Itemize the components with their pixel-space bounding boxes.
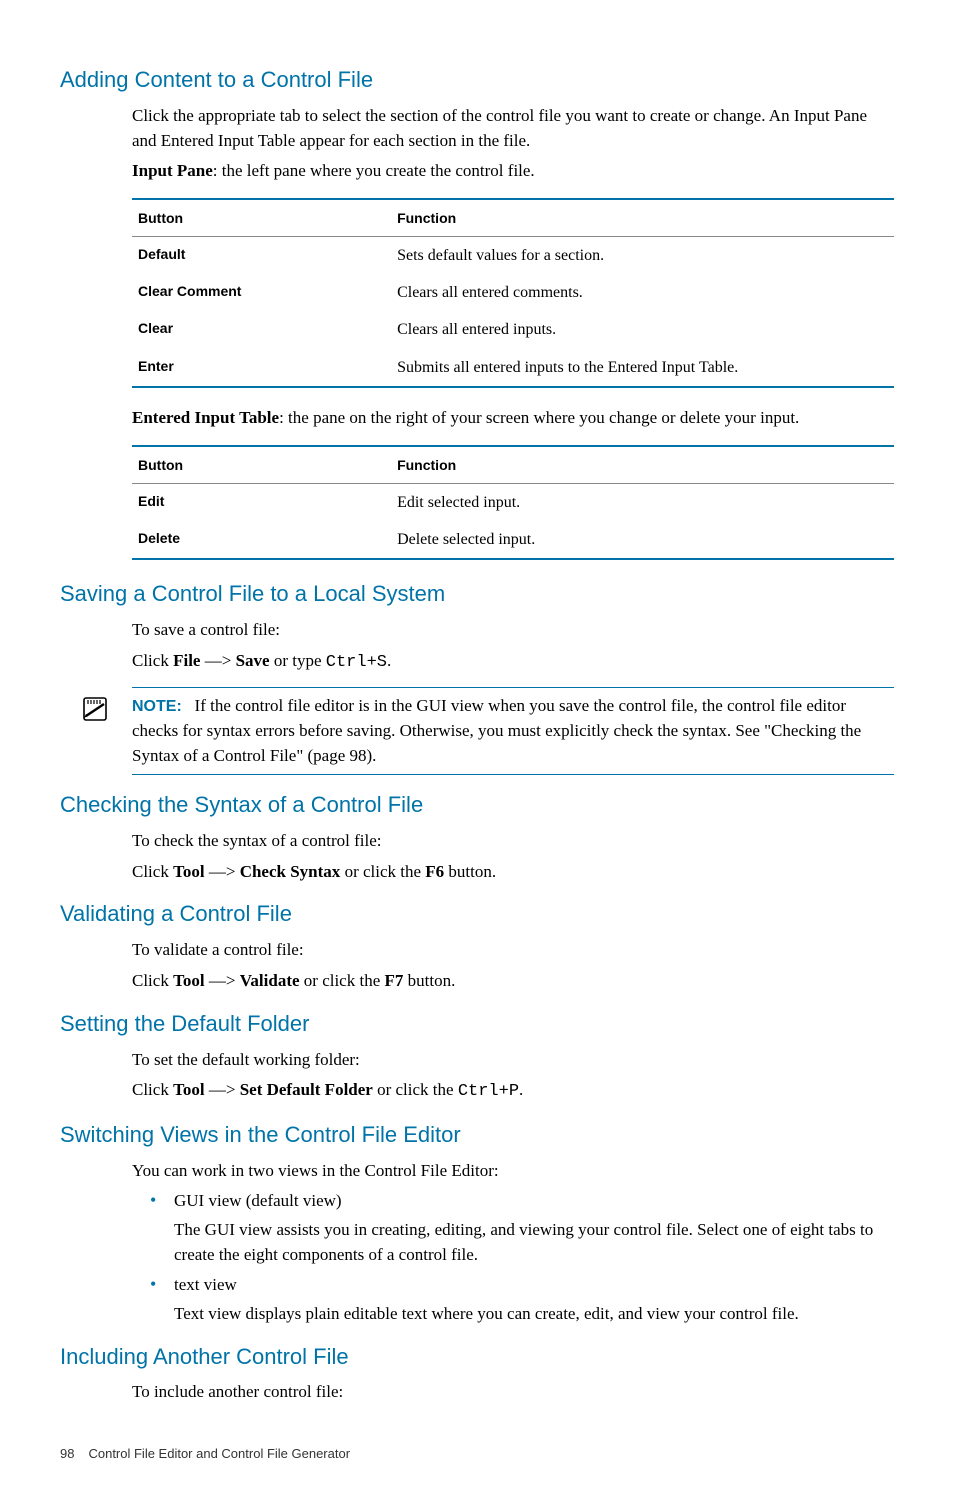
cell-button: Enter — [132, 349, 391, 387]
heading-default-folder: Setting the Default Folder — [60, 1008, 894, 1040]
shortcut-ctrl-p: Ctrl+P — [458, 1082, 519, 1101]
menu-file: File — [173, 651, 200, 670]
text: or type — [270, 651, 326, 670]
body-text: You can work in two views in the Control… — [132, 1159, 894, 1184]
term-entered-input-table: Entered Input Table — [132, 408, 279, 427]
body-text: Click the appropriate tab to select the … — [132, 104, 894, 153]
body-text: Entered Input Table: the pane on the rig… — [132, 406, 894, 431]
input-pane-buttons-table: Button Function Default Sets default val… — [132, 198, 894, 388]
list-item-label: text view — [174, 1275, 237, 1294]
menu-tool: Tool — [173, 862, 205, 881]
heading-checking-syntax: Checking the Syntax of a Control File — [60, 789, 894, 821]
cell-function: Submits all entered inputs to the Entere… — [391, 349, 894, 387]
cell-function: Edit selected input. — [391, 483, 894, 521]
cell-function: Sets default values for a section. — [391, 237, 894, 275]
body-text: To check the syntax of a control file: — [132, 829, 894, 854]
shortcut-ctrl-s: Ctrl+S — [326, 653, 387, 672]
table-row: Enter Submits all entered inputs to the … — [132, 349, 894, 387]
column-header-function: Function — [391, 199, 894, 237]
body-text: Click Tool —> Set Default Folder or clic… — [132, 1078, 894, 1105]
footer-title: Control File Editor and Control File Gen… — [88, 1446, 350, 1461]
note-block: NOTE: If the control file editor is in t… — [132, 687, 894, 775]
text: Click — [132, 1080, 173, 1099]
body-text: Click Tool —> Validate or click the F7 b… — [132, 969, 894, 994]
text: —> — [200, 651, 235, 670]
column-header-button: Button — [132, 446, 391, 484]
entered-input-buttons-table: Button Function Edit Edit selected input… — [132, 445, 894, 561]
note-body: If the control file editor is in the GUI… — [132, 696, 861, 764]
list-item-gui-view: GUI view (default view) The GUI view ass… — [150, 1189, 894, 1267]
table-row: Clear Comment Clears all entered comment… — [132, 274, 894, 311]
body-text: To validate a control file: — [132, 938, 894, 963]
body-text: Input Pane: the left pane where you crea… — [132, 159, 894, 184]
heading-adding-content: Adding Content to a Control File — [60, 64, 894, 96]
list-item-text-view: text view Text view displays plain edita… — [150, 1273, 894, 1326]
term-input-pane: Input Pane — [132, 161, 213, 180]
heading-switching-views: Switching Views in the Control File Edit… — [60, 1119, 894, 1151]
body-text: To include another control file: — [132, 1380, 894, 1405]
text: . — [387, 651, 391, 670]
column-header-button: Button — [132, 199, 391, 237]
text: button. — [403, 971, 455, 990]
text: or click the — [300, 971, 385, 990]
text: —> — [205, 1080, 240, 1099]
table-row: Delete Delete selected input. — [132, 521, 894, 559]
table-row: Edit Edit selected input. — [132, 483, 894, 521]
text: . — [519, 1080, 523, 1099]
cell-button: Clear Comment — [132, 274, 391, 311]
cell-button: Default — [132, 237, 391, 275]
heading-validating: Validating a Control File — [60, 898, 894, 930]
text: Click — [132, 651, 173, 670]
list-item-desc: Text view displays plain editable text w… — [174, 1302, 894, 1327]
menu-save: Save — [236, 651, 270, 670]
text: —> — [205, 971, 240, 990]
body-text: Click File —> Save or type Ctrl+S. — [132, 649, 894, 676]
table-row: Default Sets default values for a sectio… — [132, 237, 894, 275]
menu-tool: Tool — [173, 1080, 205, 1099]
body-text: Click Tool —> Check Syntax or click the … — [132, 860, 894, 885]
text: Click — [132, 971, 173, 990]
text: Click — [132, 862, 173, 881]
cell-button: Delete — [132, 521, 391, 559]
body-text: : the pane on the right of your screen w… — [279, 408, 799, 427]
body-text: : the left pane where you create the con… — [213, 161, 535, 180]
column-header-function: Function — [391, 446, 894, 484]
list-item-label: GUI view (default view) — [174, 1191, 342, 1210]
cell-button: Edit — [132, 483, 391, 521]
text: or click the — [373, 1080, 458, 1099]
note-icon — [80, 694, 110, 732]
heading-saving-control-file: Saving a Control File to a Local System — [60, 578, 894, 610]
menu-tool: Tool — [173, 971, 205, 990]
page-footer: 98 Control File Editor and Control File G… — [60, 1445, 894, 1464]
menu-validate: Validate — [240, 971, 300, 990]
list-item-desc: The GUI view assists you in creating, ed… — [174, 1218, 894, 1267]
heading-including-another: Including Another Control File — [60, 1341, 894, 1373]
text: button. — [444, 862, 496, 881]
cell-function: Clears all entered inputs. — [391, 311, 894, 348]
key-f7: F7 — [385, 971, 404, 990]
cell-button: Clear — [132, 311, 391, 348]
menu-check-syntax: Check Syntax — [240, 862, 341, 881]
text: —> — [205, 862, 240, 881]
body-text: To save a control file: — [132, 618, 894, 643]
table-row: Clear Clears all entered inputs. — [132, 311, 894, 348]
note-text: NOTE: If the control file editor is in t… — [132, 694, 894, 768]
text: or click the — [340, 862, 425, 881]
note-label: NOTE: — [132, 698, 182, 715]
menu-set-default-folder: Set Default Folder — [240, 1080, 373, 1099]
cell-function: Delete selected input. — [391, 521, 894, 559]
body-text: To set the default working folder: — [132, 1048, 894, 1073]
key-f6: F6 — [425, 862, 444, 881]
page-number: 98 — [60, 1445, 74, 1464]
cell-function: Clears all entered comments. — [391, 274, 894, 311]
